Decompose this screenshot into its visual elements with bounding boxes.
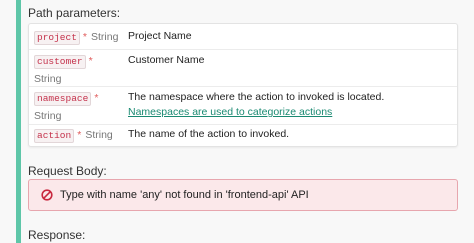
- param-meta: action * String: [34, 128, 113, 143]
- param-meta: project * String: [34, 30, 118, 45]
- required-marker: *: [88, 55, 93, 67]
- required-marker: *: [77, 129, 82, 141]
- param-name: namespace: [34, 92, 92, 106]
- path-parameters-heading: Path parameters:: [28, 6, 121, 20]
- response-heading: Response:: [28, 228, 86, 242]
- param-description: Customer Name: [128, 54, 205, 66]
- ban-icon: [41, 189, 53, 201]
- param-type: String: [34, 110, 62, 122]
- required-marker: *: [94, 92, 99, 104]
- param-description: Project Name: [128, 30, 192, 42]
- namespaces-doc-link[interactable]: Namespaces are used to categorize action…: [128, 106, 332, 118]
- param-type: String: [91, 31, 119, 43]
- error-message: Type with name 'any' not found in 'front…: [60, 189, 309, 201]
- request-body-heading: Request Body:: [28, 164, 107, 178]
- param-description: The namespace where the action to invoke…: [128, 90, 448, 120]
- accent-bar: [16, 0, 21, 243]
- param-description-text: The namespace where the action to invoke…: [128, 91, 385, 103]
- param-type: String: [85, 129, 113, 141]
- param-name: project: [34, 31, 80, 45]
- param-meta: customer * String: [34, 54, 93, 86]
- param-row-customer: customer * String Customer Name: [29, 49, 457, 87]
- param-row-namespace: namespace * String The namespace where th…: [29, 86, 457, 125]
- param-row-action: action * String The name of the action to …: [29, 124, 457, 146]
- param-type: String: [34, 73, 62, 85]
- path-parameters-table: project * String Project Name customer * St…: [28, 23, 458, 147]
- request-body-error: Type with name 'any' not found in 'front…: [28, 179, 458, 211]
- param-name: customer: [34, 55, 86, 69]
- param-row-project: project * String Project Name: [29, 24, 457, 50]
- required-marker: *: [82, 31, 88, 43]
- param-description: The name of the action to invoked.: [128, 128, 290, 140]
- param-meta: namespace * String: [34, 91, 98, 123]
- param-name: action: [34, 129, 75, 143]
